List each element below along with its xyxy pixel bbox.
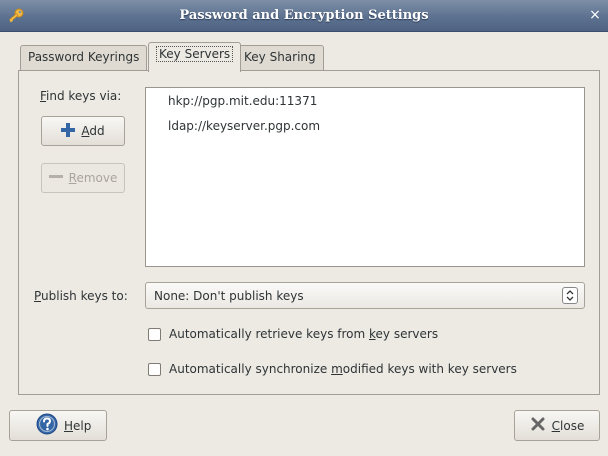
auto-sync-checkbox-row[interactable]: Automatically synchronize modified keys … — [148, 362, 517, 376]
tab-label: Key Servers — [156, 46, 234, 62]
close-button-label: Close — [551, 418, 585, 433]
minus-icon — [48, 170, 63, 187]
remove-button-label: Remove — [68, 171, 118, 185]
list-item[interactable]: hkp://pgp.mit.edu:11371 — [168, 94, 317, 108]
tab-label: Password Keyrings — [28, 50, 140, 64]
plus-icon — [61, 122, 76, 140]
window-title: Password and Encryption Settings — [179, 8, 429, 23]
updown-arrows-icon — [562, 287, 578, 304]
publish-keys-label: Publish keys to: — [34, 289, 128, 303]
title-bar: Password and Encryption Settings × — [0, 0, 608, 32]
tab-key-servers[interactable]: Key Servers — [148, 42, 242, 72]
auto-sync-checkbox[interactable] — [148, 362, 161, 376]
close-button[interactable]: Close — [514, 410, 600, 441]
auto-retrieve-checkbox-row[interactable]: Automatically retrieve keys from key ser… — [148, 327, 438, 341]
list-item[interactable]: ldap://keyserver.pgp.com — [168, 119, 320, 133]
tab-label: Key Sharing — [244, 50, 316, 64]
auto-retrieve-label: Automatically retrieve keys from key ser… — [169, 327, 439, 341]
publish-selected-value: None: Don't publish keys — [154, 289, 304, 303]
remove-server-button[interactable]: Remove — [41, 163, 125, 193]
help-icon — [36, 413, 58, 438]
window-close-icon[interactable]: × — [586, 6, 604, 24]
close-icon — [530, 416, 546, 435]
key-server-list[interactable]: hkp://pgp.mit.edu:11371 ldap://keyserver… — [145, 87, 585, 267]
auto-retrieve-checkbox[interactable] — [148, 327, 161, 341]
publish-keys-select[interactable]: None: Don't publish keys — [145, 282, 585, 309]
help-button[interactable]: Help — [9, 410, 107, 441]
auto-sync-label: Automatically synchronize modified keys … — [169, 362, 517, 376]
tab-password-keyrings[interactable]: Password Keyrings — [20, 45, 148, 70]
add-button-label: Add — [81, 124, 105, 138]
help-button-label: Help — [64, 418, 92, 433]
find-keys-label: Find keys via: — [40, 89, 122, 103]
add-server-button[interactable]: Add — [41, 116, 125, 146]
tab-key-sharing[interactable]: Key Sharing — [236, 45, 324, 70]
